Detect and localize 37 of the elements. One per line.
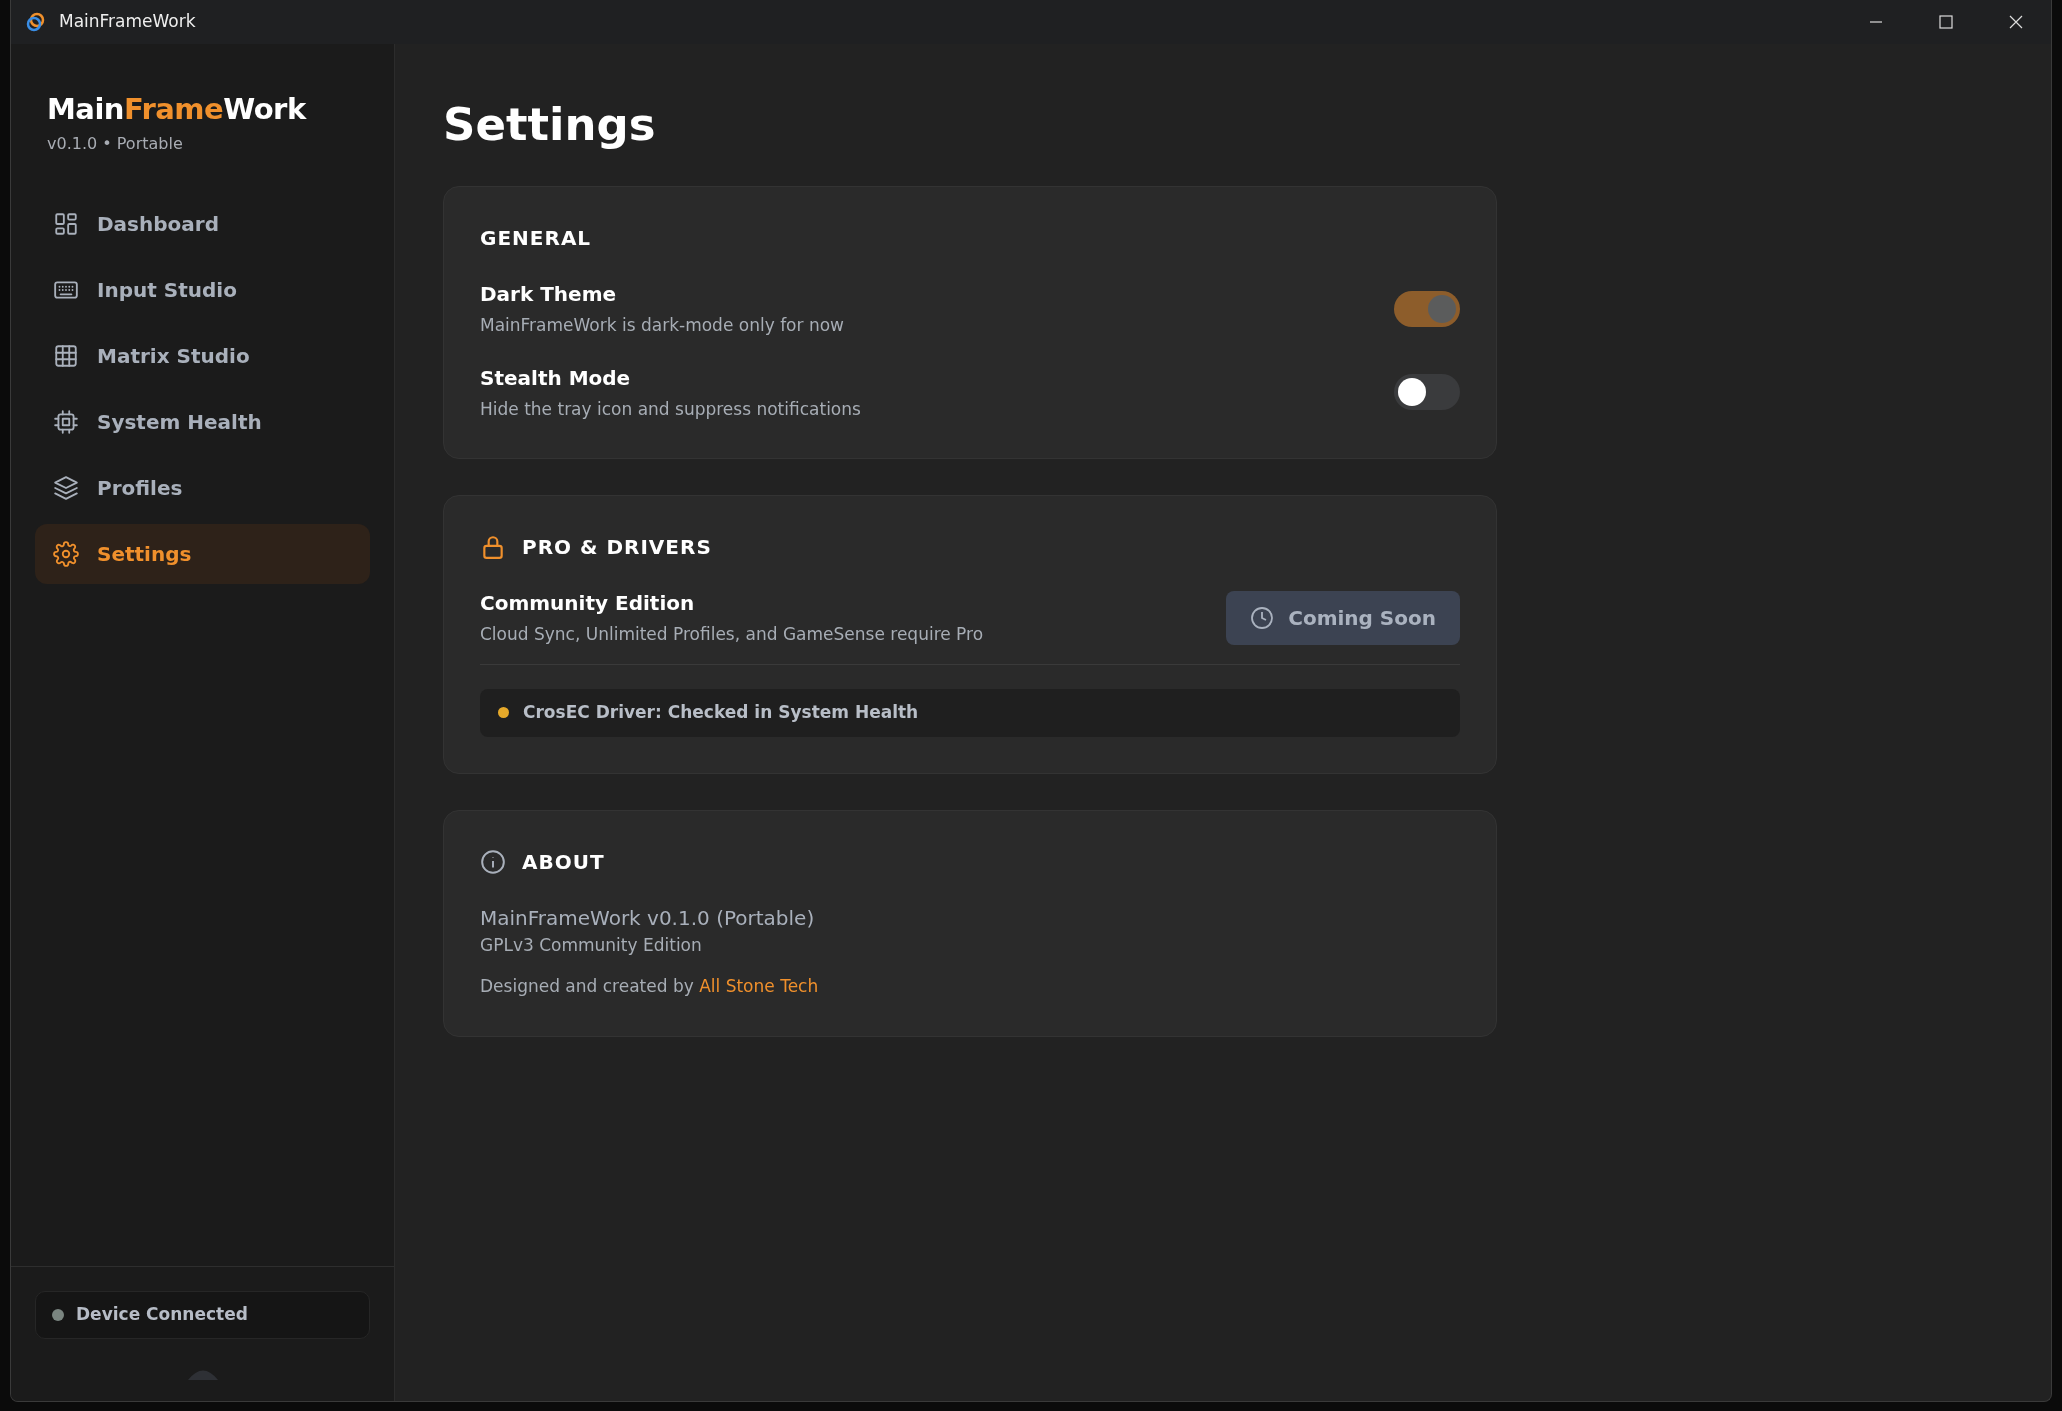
section-heading: PRO & DRIVERS xyxy=(522,534,712,561)
setting-label: Stealth Mode xyxy=(480,364,632,392)
lock-icon xyxy=(480,534,506,560)
setting-label: Dark Theme xyxy=(480,281,618,308)
app-version-text: MainFrameWork v0.1.0 (Portable) xyxy=(480,904,816,932)
grid-icon xyxy=(53,342,79,369)
edition-label: Community Edition xyxy=(480,590,696,617)
driver-status-text: CrosEC Driver: Checked in System Health xyxy=(523,700,919,724)
chip-icon xyxy=(53,408,79,435)
nav-item[interactable]: Matrix Studio xyxy=(35,325,370,386)
nav-item[interactable]: Profiles xyxy=(35,457,370,518)
nav-item[interactable]: Settings xyxy=(35,523,370,584)
page-title: Settings xyxy=(443,98,657,152)
info-icon xyxy=(480,848,506,875)
device-status: Device Connected xyxy=(35,1291,370,1339)
setting-description: MainFrameWork is dark-mode only for now xyxy=(480,314,844,337)
maximize-icon xyxy=(1939,15,1953,29)
credit-text: Designed and created by All Stone Tech xyxy=(480,975,820,998)
license-text: GPLv3 Community Edition xyxy=(480,933,703,957)
section-heading: GENERAL xyxy=(480,225,593,252)
version-label: v0.1.0 • Portable xyxy=(47,132,184,155)
toggle-switch[interactable] xyxy=(1394,374,1460,411)
setting-description: Hide the tray icon and suppress notifications xyxy=(480,397,861,421)
section-heading: ABOUT xyxy=(522,848,605,876)
window-title: MainFrameWork xyxy=(59,10,196,34)
edition-description: Cloud Sync, Unlimited Profiles, and GameSense require Pro xyxy=(480,623,984,646)
settings-icon xyxy=(53,540,79,567)
app-logo-icon xyxy=(25,11,47,33)
nav-item[interactable]: System Health xyxy=(35,391,370,452)
dashboard-icon xyxy=(53,210,79,237)
nav-item[interactable]: Dashboard xyxy=(35,193,370,254)
layers-icon xyxy=(53,474,79,501)
close-icon xyxy=(2009,15,2023,29)
nav-item[interactable]: Input Studio xyxy=(35,259,370,320)
author-link[interactable]: All Stone Tech xyxy=(699,976,819,996)
clock-icon xyxy=(1250,605,1275,630)
app-brand: MainFrameWork xyxy=(47,91,308,128)
